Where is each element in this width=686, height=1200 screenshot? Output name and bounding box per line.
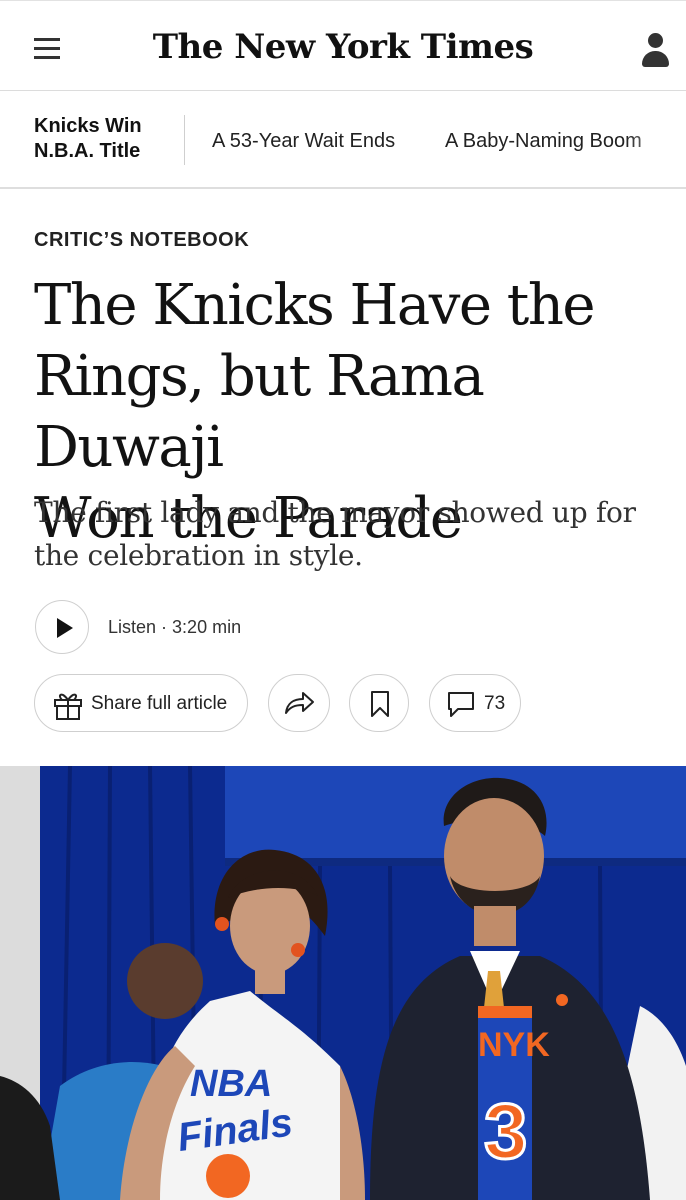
comments-count: 73 [484,693,506,714]
share-button[interactable] [268,674,330,732]
article-kicker[interactable]: CRITIC’S NOTEBOOK [34,229,249,252]
share-full-article-button[interactable]: Share full article [34,674,248,732]
listen-label[interactable]: Listen · 3:20 min [108,617,241,638]
top-bar: The New York Times [0,0,686,91]
bookmark-icon [371,691,389,717]
user-account-icon[interactable] [640,31,670,69]
article-summary: The first lady and the mayor showed up f… [34,496,636,572]
subnav-link-wait-ends[interactable]: A 53-Year Wait Ends [212,130,395,153]
save-bookmark-button[interactable] [349,674,409,732]
play-icon [57,618,73,638]
subnav-fade [626,91,686,187]
comments-button[interactable]: 73 [429,674,521,732]
subnav-main-story-link[interactable]: Knicks Win N.B.A. Title [34,114,142,164]
gift-icon [54,693,82,720]
story-subnav: Knicks Win N.B.A. Title A 53-Year Wait E… [0,91,686,189]
jersey-number: 3 [484,1087,527,1175]
shirt-print-top: NBA [190,1063,272,1105]
subnav-divider [184,115,185,165]
nyt-logo[interactable]: The New York Times [0,27,686,67]
lead-photo-illustration: NBA Finals NYK 3 [0,766,686,1200]
comment-bubble-icon [448,692,474,717]
share-arrow-icon [285,692,314,714]
listen-play-button[interactable] [35,600,89,654]
jersey-lettering: NYK [478,1026,550,1064]
article-lead-photo[interactable]: NBA Finals NYK 3 [0,766,686,1200]
share-full-article-label: Share full article [91,693,228,714]
subnav-link-baby-naming[interactable]: A Baby-Naming Boom [445,130,642,153]
